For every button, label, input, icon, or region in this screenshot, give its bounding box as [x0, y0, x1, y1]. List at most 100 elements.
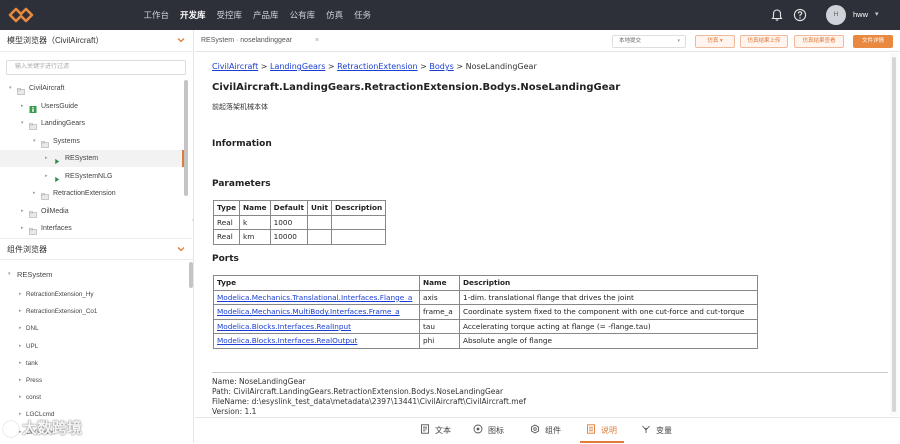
- component-item[interactable]: ▸ RetractionExtension_Hy: [0, 286, 184, 303]
- simulate-button[interactable]: 仿真 ▾: [695, 35, 735, 48]
- tab-components[interactable]: 组件: [530, 418, 561, 444]
- table-cell: Modelica.Blocks.Interfaces.RealOutput: [213, 333, 420, 349]
- tree-item[interactable]: ▸ UsersGuide: [0, 98, 184, 115]
- caret-down-icon[interactable]: ▾: [8, 266, 11, 283]
- caret-right-icon[interactable]: ▸: [45, 150, 48, 167]
- component-item-label: DNL: [26, 325, 39, 333]
- caret-right-icon[interactable]: ▸: [19, 320, 22, 337]
- bell-icon[interactable]: [770, 8, 784, 22]
- chevron-down-icon[interactable]: [176, 244, 186, 254]
- port-type-link[interactable]: Modelica.Blocks.Interfaces.RealOutput: [217, 336, 357, 345]
- caret-right-icon[interactable]: ▸: [19, 372, 22, 389]
- caret-right-icon[interactable]: ▸: [19, 286, 22, 303]
- table-cell: Modelica.Blocks.Interfaces.RealInput: [213, 318, 420, 334]
- caret-right-icon[interactable]: ▸: [45, 168, 48, 185]
- tree-item[interactable]: ▸ Interfaces: [0, 220, 184, 237]
- table-cell: Real: [212, 229, 241, 245]
- chevron-down-icon[interactable]: ▾: [875, 0, 879, 30]
- breadcrumb: CivilAircraft > LandingGears > Retractio…: [212, 62, 537, 71]
- component-item[interactable]: ▸ tank: [0, 355, 184, 372]
- component-root[interactable]: ▾ RESystem: [0, 266, 184, 283]
- tree-item[interactable]: ▸ RESystem: [0, 150, 184, 167]
- search-input[interactable]: 输入关键字进行过滤: [6, 60, 186, 75]
- tree-item[interactable]: ▸ RESystemNLG: [0, 168, 184, 185]
- component-item[interactable]: ▸ Press: [0, 372, 184, 389]
- column-header: Type: [212, 200, 241, 216]
- table-cell: Accelerating torque acting at flange (= …: [459, 318, 758, 334]
- caret-down-icon[interactable]: ▾: [9, 80, 12, 97]
- component-item[interactable]: ▸ const: [0, 389, 184, 406]
- table-row: Modelica.Blocks.Interfaces.RealOutput ph…: [213, 333, 758, 349]
- table-cell: k: [239, 214, 271, 230]
- document-scrollbar[interactable]: [890, 53, 898, 416]
- nav-simulation[interactable]: 仿真: [321, 0, 349, 30]
- tree-item[interactable]: ▸ RetractionExtension: [0, 185, 184, 202]
- model-icon: [53, 155, 61, 165]
- table-header-row: Type Name Default Unit Description: [212, 200, 387, 216]
- close-icon[interactable]: ×: [315, 30, 319, 52]
- caret-right-icon[interactable]: ▸: [19, 389, 22, 406]
- port-type-link[interactable]: Modelica.Blocks.Interfaces.RealInput: [217, 322, 351, 331]
- component-item[interactable]: ▸ RetractionExtension_Co1: [0, 303, 184, 320]
- tab-text[interactable]: 文本: [420, 418, 451, 444]
- file-details-button[interactable]: 文件详情: [853, 35, 893, 48]
- table-cell: axis: [419, 289, 460, 305]
- nav-workbench[interactable]: 工作台: [138, 0, 175, 30]
- submit-mode-value: 本地提交: [619, 38, 642, 44]
- tab-variables[interactable]: 变量: [641, 418, 672, 444]
- caret-down-icon[interactable]: ▾: [33, 133, 36, 150]
- info-icon: [29, 103, 37, 113]
- tree-item-label: OilMedia: [41, 207, 69, 215]
- model-browser-header[interactable]: 模型浏览器（CivilAircraft）: [0, 30, 194, 52]
- tree-item[interactable]: ▸ OilMedia: [0, 203, 184, 220]
- splitter-handle[interactable]: ‹: [192, 218, 194, 224]
- nav-tasks[interactable]: 任务: [349, 0, 377, 30]
- submit-mode-select[interactable]: 本地提交 ▾: [612, 35, 686, 48]
- chevron-down-icon[interactable]: [176, 35, 186, 45]
- tree-item[interactable]: ▾ CivilAircraft: [0, 80, 184, 97]
- caret-right-icon[interactable]: ▸: [21, 203, 24, 220]
- view-results-button[interactable]: 仿真结果查看: [794, 35, 844, 48]
- tree-item[interactable]: ▾ Systems: [0, 133, 184, 150]
- port-type-link[interactable]: Modelica.Mechanics.Translational.Interfa…: [217, 293, 412, 302]
- component-item-label: RetractionExtension_Hy: [26, 291, 94, 298]
- breadcrumb-link[interactable]: Bodys: [429, 62, 453, 71]
- app-logo-icon[interactable]: [8, 7, 34, 23]
- help-icon[interactable]: [793, 8, 807, 22]
- nav-development-library[interactable]: 开发库: [175, 0, 212, 30]
- component-item-label: UPL: [26, 342, 39, 350]
- avatar[interactable]: H: [826, 5, 846, 25]
- tab-resystem[interactable]: RESystem · noselandinggear: [201, 30, 292, 52]
- tab-icon[interactable]: 图标: [473, 418, 504, 444]
- breadcrumb-link[interactable]: LandingGears: [270, 62, 325, 71]
- caret-down-icon[interactable]: ▾: [21, 115, 24, 132]
- component-scrollbar[interactable]: [189, 262, 193, 288]
- breadcrumb-link[interactable]: RetractionExtension: [337, 62, 417, 71]
- port-type-link[interactable]: Modelica.Mechanics.MultiBody.Interfaces.…: [217, 307, 400, 316]
- username[interactable]: hww: [853, 0, 868, 30]
- caret-right-icon[interactable]: ▸: [21, 220, 24, 237]
- tree-item-label: UsersGuide: [41, 102, 78, 110]
- caret-right-icon[interactable]: ▸: [19, 338, 22, 355]
- bottom-view-tabs: 文本 图标 组件 说明 变量: [195, 417, 900, 443]
- caret-right-icon[interactable]: ▸: [33, 185, 36, 202]
- caret-right-icon[interactable]: ▸: [19, 303, 22, 320]
- scrollbar-thumb[interactable]: [892, 57, 896, 412]
- caret-right-icon[interactable]: ▸: [21, 98, 24, 115]
- component-item[interactable]: ▸ DNL: [0, 320, 184, 337]
- component-item-label: tank: [26, 359, 38, 367]
- table-cell: [331, 229, 387, 245]
- component-browser-header[interactable]: 组件浏览器: [0, 238, 194, 260]
- upload-results-button[interactable]: 仿真结果上传: [740, 35, 788, 48]
- component-item[interactable]: ▸ UPL: [0, 338, 184, 355]
- nav-public-library[interactable]: 公有库: [284, 0, 321, 30]
- caret-right-icon[interactable]: ▸: [19, 355, 22, 372]
- component-item-label: const: [26, 394, 42, 402]
- tree-item-label: Systems: [53, 137, 80, 145]
- tree-scrollbar[interactable]: [184, 80, 188, 196]
- nav-controlled-library[interactable]: 受控库: [211, 0, 248, 30]
- breadcrumb-link[interactable]: CivilAircraft: [212, 62, 258, 71]
- component-icon: [531, 424, 539, 434]
- tree-item[interactable]: ▾ LandingGears: [0, 115, 184, 132]
- nav-product-library[interactable]: 产品库: [248, 0, 285, 30]
